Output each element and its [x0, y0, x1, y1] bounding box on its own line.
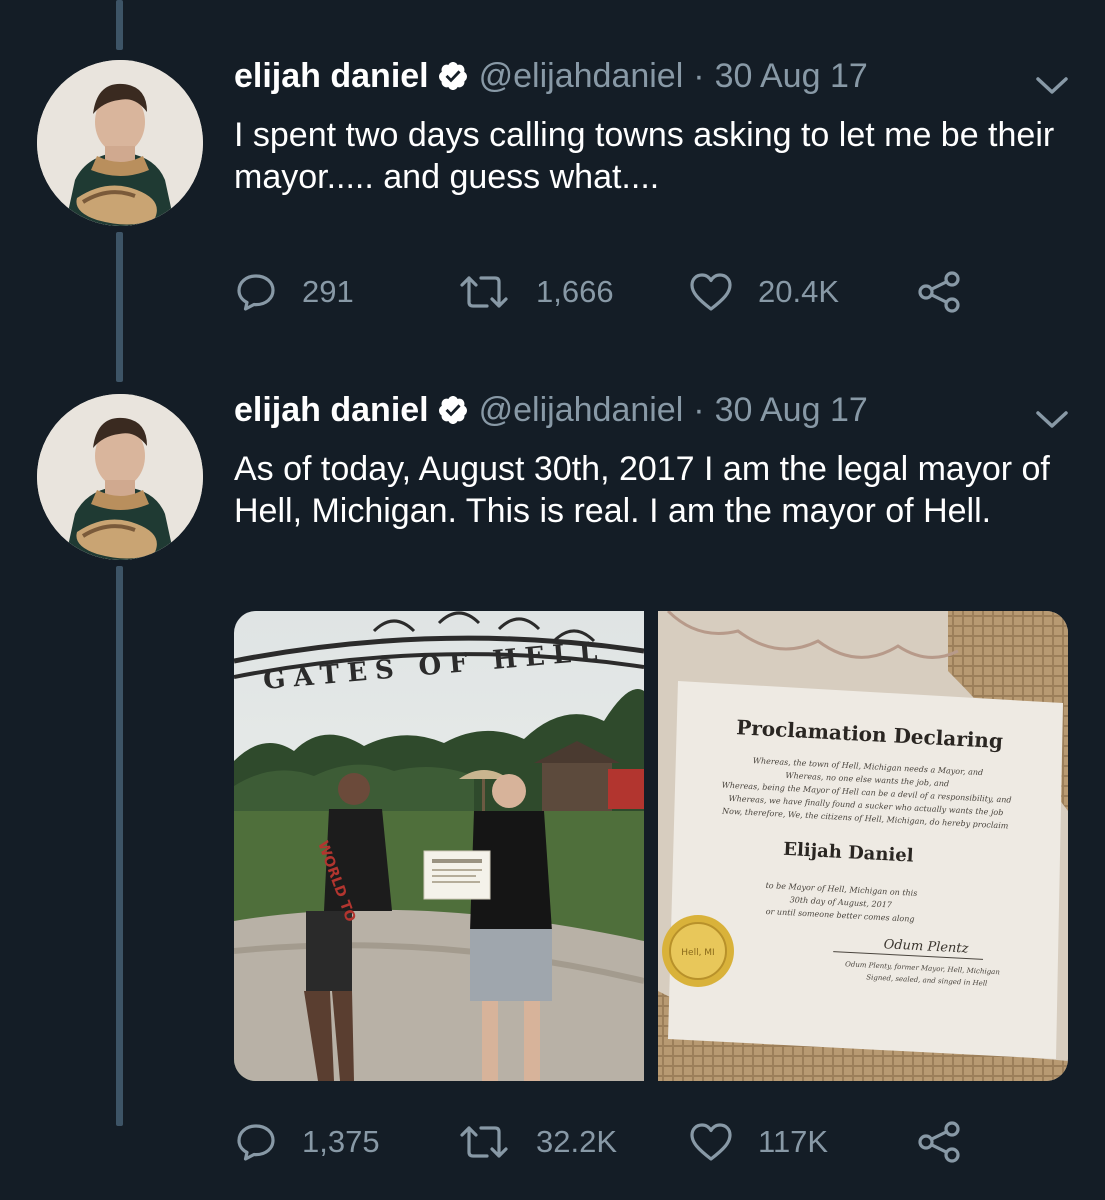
author-handle[interactable]: @elijahdaniel — [479, 390, 684, 430]
reply-count: 291 — [302, 274, 354, 309]
retweet-button[interactable]: 1,666 — [456, 270, 614, 314]
author-name[interactable]: elijah daniel — [234, 390, 429, 430]
heart-icon — [690, 1123, 732, 1161]
share-button[interactable] — [916, 1120, 962, 1164]
chevron-down-icon[interactable] — [1034, 74, 1070, 98]
tweet-actions: 291 1,666 20.4K — [234, 270, 994, 314]
share-icon — [918, 271, 960, 313]
reply-count: 1,375 — [302, 1124, 380, 1159]
retweet-icon — [460, 1126, 508, 1158]
tweet-1[interactable]: elijah daniel @elijahdaniel · 30 Aug 17 … — [0, 0, 1105, 380]
tweet-header: elijah daniel @elijahdaniel · 30 Aug 17 — [234, 56, 868, 96]
like-count: 117K — [758, 1124, 829, 1159]
like-button[interactable]: 20.4K — [688, 270, 839, 314]
heart-icon — [690, 273, 732, 311]
like-button[interactable]: 117K — [688, 1120, 828, 1164]
tweet-actions: 1,375 32.2K 117K — [234, 1120, 994, 1164]
retweet-icon — [460, 276, 508, 308]
author-handle[interactable]: @elijahdaniel — [479, 56, 684, 96]
avatar[interactable] — [37, 394, 203, 560]
reply-button[interactable]: 1,375 — [234, 1120, 380, 1164]
separator-dot: · — [693, 391, 705, 429]
verified-badge-icon — [437, 60, 469, 92]
tweet-text: I spent two days calling towns asking to… — [234, 116, 1055, 196]
separator-dot: · — [693, 57, 705, 95]
like-count: 20.4K — [758, 274, 840, 309]
verified-badge-icon — [437, 394, 469, 426]
reply-icon — [237, 274, 275, 311]
photo-gates-of-hell[interactable]: GATES OF HELL WORLD TO — [234, 611, 645, 1081]
retweet-button[interactable]: 32.2K — [456, 1120, 617, 1164]
tweet-text: As of today, August 30th, 2017 I am the … — [234, 450, 1050, 530]
reply-icon — [237, 1124, 275, 1161]
retweet-count: 1,666 — [536, 274, 614, 309]
reply-button[interactable]: 291 — [234, 270, 354, 314]
author-name[interactable]: elijah daniel — [234, 56, 429, 96]
share-button[interactable] — [916, 270, 962, 314]
chevron-down-icon[interactable] — [1034, 408, 1070, 432]
tweet-header: elijah daniel @elijahdaniel · 30 Aug 17 — [234, 390, 868, 430]
tweet-date[interactable]: 30 Aug 17 — [715, 56, 868, 96]
avatar[interactable] — [37, 60, 203, 226]
share-icon — [918, 1121, 960, 1163]
tweet-date[interactable]: 30 Aug 17 — [715, 390, 868, 430]
retweet-count: 32.2K — [536, 1124, 618, 1159]
photo-proclamation[interactable]: Proclamation Declaring Whereas, the town… — [658, 611, 1068, 1081]
tweet-media: GATES OF HELL WORLD TO Proclamation Decl… — [234, 611, 1068, 1081]
gold-seal-icon: Hell, MI — [662, 915, 734, 987]
seal-text: Hell, MI — [681, 948, 714, 958]
